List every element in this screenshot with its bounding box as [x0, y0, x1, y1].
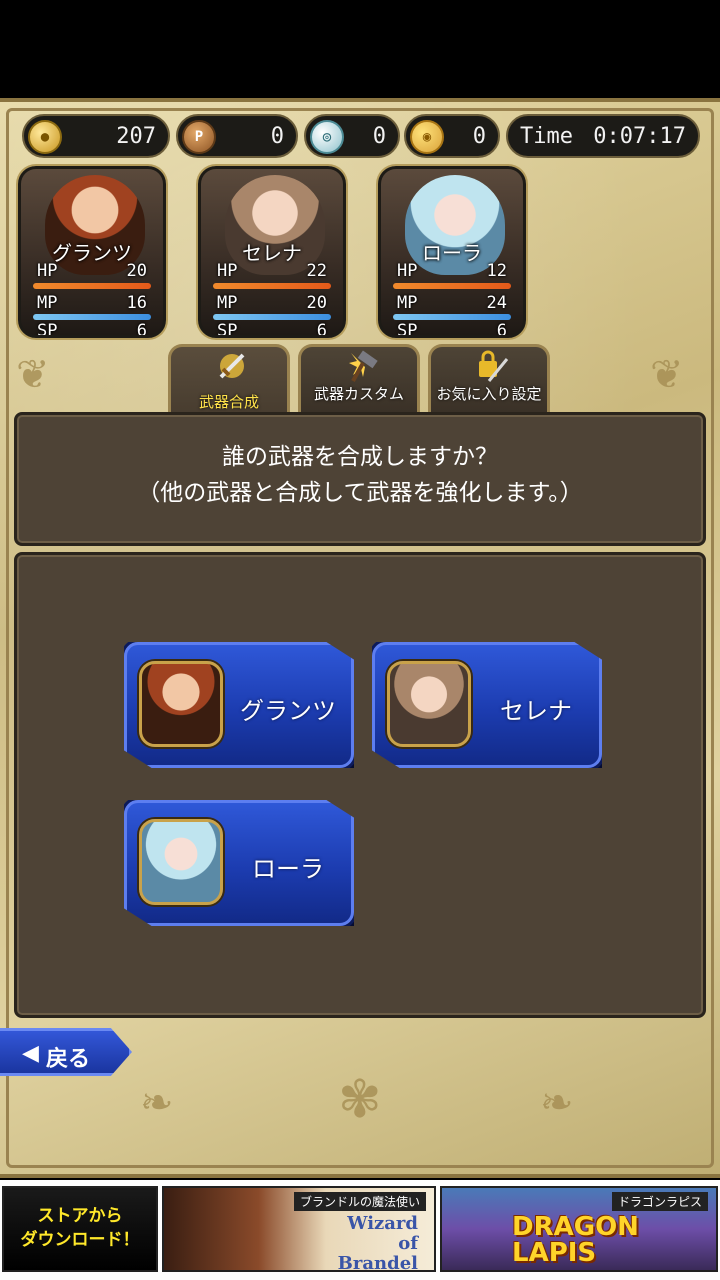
hammer-icon: [349, 350, 378, 382]
tab-label: 武器合成: [198, 393, 259, 411]
instruction-panel: 誰の武器を合成しますか？ （他の武器と合成して武器を強化します。）: [14, 412, 706, 546]
silver-medal-icon: ◎: [310, 120, 344, 154]
time-label: Time: [520, 124, 573, 149]
silver-medal-value: 0: [372, 124, 386, 149]
character-button-label: グランツ: [240, 697, 336, 725]
mp-bar: [33, 314, 151, 320]
store-line-2: ダウンロード！: [20, 1230, 140, 1250]
party-card-granz[interactable]: グランツ HP 20 MP 16 SP 6: [18, 166, 166, 338]
gold-medal-counter: ◉ 0: [404, 114, 500, 158]
character-select-panel: [14, 552, 706, 1018]
coin-stack-icon: ●: [28, 120, 62, 154]
back-label: 戻る: [46, 1047, 91, 1072]
point-bag-icon: P: [182, 120, 216, 154]
back-button[interactable]: ◀ 戻る: [0, 1028, 132, 1076]
point-bag-value: 0: [270, 124, 284, 149]
hp-bar: [33, 283, 151, 289]
wizard-ad-logo: Wizard of Brandel: [337, 1213, 418, 1272]
store-line-1: ストアから: [37, 1206, 123, 1226]
scroll-ornament-right: ❦: [650, 352, 684, 398]
ad-banner: ストアから ダウンロード！ ブランドルの魔法使い Wizard of Brand…: [0, 1180, 720, 1280]
mp-bar: [393, 314, 511, 320]
point-bag-counter: P 0: [176, 114, 298, 158]
scroll-ornament-bottom-right: ❧: [540, 1080, 574, 1126]
dragon-ad-tag: ドラゴンラピス: [611, 1192, 708, 1211]
select-serena-button[interactable]: セレナ: [372, 642, 602, 768]
select-laura-button[interactable]: ローラ: [124, 800, 354, 926]
select-granz-button[interactable]: グランツ: [124, 642, 354, 768]
back-arrow-icon: ◀: [22, 1041, 39, 1066]
party-card-serena[interactable]: セレナ HP 22 MP 20 SP 6: [198, 166, 346, 338]
wizard-of-brandel-ad[interactable]: ブランドルの魔法使い Wizard of Brandel: [162, 1186, 436, 1272]
instruction-question: 誰の武器を合成しますか？: [222, 444, 498, 470]
dragon-ad-logo: DRAGON LAPIS: [512, 1212, 639, 1268]
party-card-laura[interactable]: ローラ HP 12 MP 24 SP 6: [378, 166, 526, 338]
character-button-label: ローラ: [252, 855, 324, 883]
dragon-lapis-ad[interactable]: ドラゴンラピス DRAGON LAPIS: [440, 1186, 718, 1272]
mp-bar: [213, 314, 331, 320]
scroll-ornament-bottom-left: ❧: [140, 1080, 174, 1126]
lock-sword-icon: [479, 350, 509, 382]
wizard-ad-tag: ブランドルの魔法使い: [293, 1192, 426, 1211]
character-button-label: セレナ: [500, 697, 572, 725]
hp-bar: [393, 283, 511, 289]
serena-face-icon: [387, 661, 471, 747]
coin-value: 207: [116, 124, 156, 149]
silver-medal-counter: ◎ 0: [304, 114, 400, 158]
tab-weapon-synthesis[interactable]: 武器合成: [168, 344, 290, 420]
granz-face-icon: [139, 661, 223, 747]
store-download-ad[interactable]: ストアから ダウンロード！: [2, 1186, 158, 1272]
tab-weapon-custom[interactable]: 武器カスタム: [298, 344, 420, 412]
scroll-ornament-left: ❦: [16, 352, 50, 398]
gold-medal-icon: ◉: [410, 120, 444, 154]
gold-medal-value: 0: [472, 124, 486, 149]
scroll-ornament-bottom-center: ✾: [338, 1070, 382, 1130]
tab-label: お気に入り設定: [436, 385, 542, 403]
tab-favorites-settings[interactable]: お気に入り設定: [428, 344, 550, 412]
time-value: 0:07:17: [593, 124, 686, 149]
instruction-detail: （他の武器と合成して武器を強化します。）: [137, 480, 583, 506]
laura-face-icon: [139, 819, 223, 905]
sword-sparkle-icon: [219, 353, 245, 379]
tab-label: 武器カスタム: [313, 385, 404, 403]
play-time: Time 0:07:17: [506, 114, 700, 158]
coin-counter: ● 207: [22, 114, 170, 158]
hp-bar: [213, 283, 331, 289]
